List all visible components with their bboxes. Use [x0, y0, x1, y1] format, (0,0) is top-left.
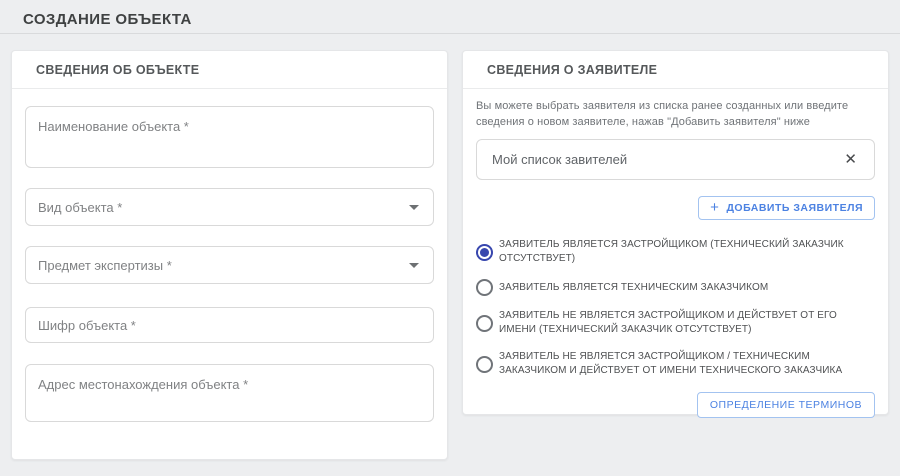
object-kind-placeholder: Вид объекта * [38, 200, 122, 215]
radio-applicant-acts-for-developer[interactable]: ЗАЯВИТЕЛЬ НЕ ЯВЛЯЕТСЯ ЗАСТРОЙЩИКОМ И ДЕЙ… [476, 309, 875, 337]
applicant-card-header: СВЕДЕНИЯ О ЗАЯВИТЕЛЕ [463, 51, 888, 89]
radio-unselected-icon [476, 315, 493, 332]
radio-applicant-is-developer[interactable]: ЗАЯВИТЕЛЬ ЯВЛЯЕТСЯ ЗАСТРОЙЩИКОМ (ТЕХНИЧЕ… [476, 238, 875, 266]
object-kind-select[interactable]: Вид объекта * [25, 188, 434, 226]
close-icon[interactable]: ✕ [842, 150, 859, 169]
dropdown-arrow-icon [409, 205, 419, 210]
applicant-card: СВЕДЕНИЯ О ЗАЯВИТЕЛЕ Вы можете выбрать з… [462, 50, 889, 415]
plus-icon: + [710, 199, 719, 216]
dropdown-arrow-icon [409, 263, 419, 268]
object-name-placeholder: Наименование объекта * [38, 119, 189, 134]
expertise-subject-placeholder: Предмет экспертизы * [38, 258, 172, 273]
expertise-subject-select[interactable]: Предмет экспертизы * [25, 246, 434, 284]
applicant-list-value: Мой список завителей [492, 152, 842, 167]
object-card-title: СВЕДЕНИЯ ОБ ОБЪЕКТЕ [36, 63, 199, 77]
radio-unselected-icon [476, 356, 493, 373]
object-name-field[interactable]: Наименование объекта * [25, 106, 434, 168]
object-card-header: СВЕДЕНИЯ ОБ ОБЪЕКТЕ [12, 51, 447, 89]
applicant-card-title: СВЕДЕНИЯ О ЗАЯВИТЕЛЕ [487, 63, 657, 77]
header-divider [0, 33, 900, 34]
applicant-list-select[interactable]: Мой список завителей ✕ [476, 139, 875, 180]
radio-label: ЗАЯВИТЕЛЬ НЕ ЯВЛЯЕТСЯ ЗАСТРОЙЩИКОМ И ДЕЙ… [499, 309, 875, 337]
object-address-field[interactable]: Адрес местонахождения объекта * [25, 364, 434, 422]
applicant-description: Вы можете выбрать заявителя из списка ра… [476, 98, 875, 130]
radio-applicant-is-technical-customer[interactable]: ЗАЯВИТЕЛЬ ЯВЛЯЕТСЯ ТЕХНИЧЕСКИМ ЗАКАЗЧИКО… [476, 279, 875, 296]
add-applicant-button[interactable]: + ДОБАВИТЬ ЗАЯВИТЕЛЯ [698, 196, 875, 220]
radio-label: ЗАЯВИТЕЛЬ ЯВЛЯЕТСЯ ТЕХНИЧЕСКИМ ЗАКАЗЧИКО… [499, 281, 768, 295]
applicant-type-radio-group: ЗАЯВИТЕЛЬ ЯВЛЯЕТСЯ ЗАСТРОЙЩИКОМ (ТЕХНИЧЕ… [476, 238, 875, 378]
radio-selected-icon [476, 244, 493, 261]
object-code-placeholder: Шифр объекта * [38, 318, 136, 333]
radio-label: ЗАЯВИТЕЛЬ ЯВЛЯЕТСЯ ЗАСТРОЙЩИКОМ (ТЕХНИЧЕ… [499, 238, 875, 266]
object-info-card: СВЕДЕНИЯ ОБ ОБЪЕКТЕ Наименование объекта… [11, 50, 448, 460]
add-applicant-label: ДОБАВИТЬ ЗАЯВИТЕЛЯ [726, 202, 863, 214]
terms-definition-button[interactable]: ОПРЕДЕЛЕНИЕ ТЕРМИНОВ [697, 392, 875, 418]
page-title: СОЗДАНИЕ ОБЪЕКТА [23, 11, 192, 28]
radio-unselected-icon [476, 279, 493, 296]
radio-applicant-acts-for-technical-customer[interactable]: ЗАЯВИТЕЛЬ НЕ ЯВЛЯЕТСЯ ЗАСТРОЙЩИКОМ / ТЕХ… [476, 350, 875, 378]
object-address-placeholder: Адрес местонахождения объекта * [38, 377, 248, 392]
object-code-field[interactable]: Шифр объекта * [25, 307, 434, 343]
radio-label: ЗАЯВИТЕЛЬ НЕ ЯВЛЯЕТСЯ ЗАСТРОЙЩИКОМ / ТЕХ… [499, 350, 875, 378]
